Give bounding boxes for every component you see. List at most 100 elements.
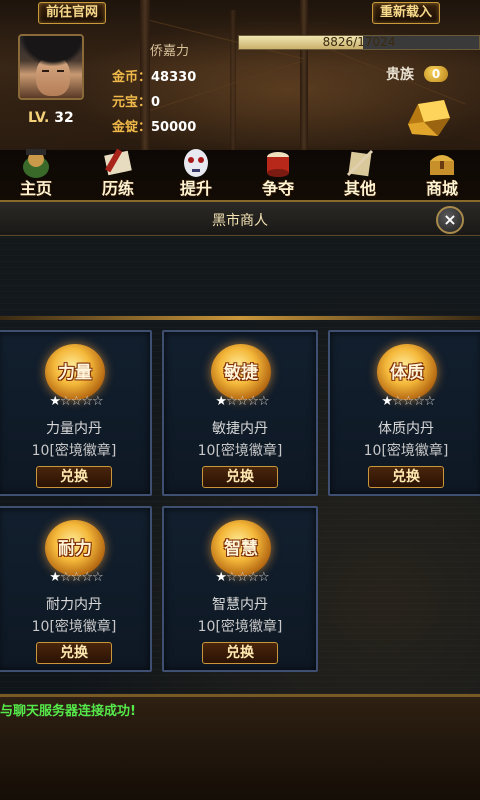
player-level: LV. 32	[28, 110, 74, 126]
avatar-eye	[57, 70, 64, 72]
ship-mast	[230, 10, 236, 150]
item-cost: 10[密境徽章]	[197, 619, 283, 635]
star-empty-icon: ☆	[257, 570, 270, 585]
nav-mall-label: 商城	[425, 179, 458, 198]
level-label: LV.	[28, 110, 50, 126]
nav-training-label: 历练	[101, 179, 134, 198]
star-empty-icon: ☆	[402, 394, 415, 409]
nav-home[interactable]: 主页	[4, 145, 68, 201]
star-empty-icon: ☆	[236, 570, 249, 585]
exp-text: 8826/17024	[322, 35, 396, 49]
gold-value: 48330	[151, 70, 197, 85]
ingot-label: 金锭：	[112, 120, 152, 135]
nav-mall[interactable]: 商城	[410, 145, 474, 201]
noble-status[interactable]: 贵族 0	[386, 64, 452, 84]
nav-contest[interactable]: 争夺	[246, 145, 310, 201]
star-empty-icon: ☆	[91, 394, 104, 409]
yuanbao-label: 元宝：	[112, 95, 152, 110]
nav-home-label: 主页	[19, 179, 52, 198]
official-site-button[interactable]: 前往官网	[38, 2, 107, 24]
panel-title: 黑市商人	[212, 213, 268, 229]
redeem-button[interactable]: 兑换	[36, 466, 112, 488]
star-rating: ★☆☆☆☆	[202, 570, 282, 585]
shop-item-card: 力量 ★☆☆☆☆ 力量内丹 10[密境徽章] 兑换	[0, 330, 152, 496]
orb-attribute-label: 智慧	[224, 539, 258, 559]
yuanbao-value: 0	[151, 95, 161, 110]
chat-area[interactable]: 与聊天服务器连接成功!	[0, 694, 480, 800]
star-empty-icon: ☆	[257, 394, 270, 409]
orb-attribute-label: 敏捷	[224, 363, 258, 383]
shop-item-card: 智慧 ★☆☆☆☆ 智慧内丹 10[密境徽章] 兑换	[162, 506, 318, 672]
close-icon: ×	[443, 210, 457, 229]
level-value: 32	[54, 110, 74, 126]
orb-attribute-label: 体质	[390, 363, 424, 383]
item-cost: 10[密境徽章]	[197, 443, 283, 459]
star-empty-icon: ☆	[392, 394, 404, 409]
avatar-eye	[42, 70, 49, 72]
star-empty-icon: ☆	[247, 394, 259, 409]
star-empty-icon: ☆	[226, 570, 238, 585]
player-header: 前往官网 重新载入 LV. 32 侨嘉力 8826/17024 金币：48330…	[0, 0, 480, 150]
shop-item-card: 体质 ★☆☆☆☆ 体质内丹 10[密境徽章] 兑换	[328, 330, 480, 496]
player-name: 侨嘉力	[150, 44, 190, 59]
ingot-value: 50000	[151, 120, 197, 135]
close-button[interactable]: ×	[436, 206, 464, 234]
nav-other[interactable]: 其他	[328, 145, 392, 201]
star-empty-icon: ☆	[413, 394, 425, 409]
inner-pill-orb-icon: 耐力	[45, 520, 105, 576]
gold-stat: 金币：48330	[112, 66, 196, 85]
noble-label: 贵族	[386, 67, 414, 83]
main-nav: 主页 历练 提升 争夺 其他 商城	[0, 145, 480, 201]
item-cost: 10[密境徽章]	[31, 619, 117, 635]
star-empty-icon: ☆	[226, 394, 238, 409]
nav-training[interactable]: 历练	[86, 145, 150, 201]
star-rating: ★☆☆☆☆	[202, 394, 282, 409]
panel-title-bar: 黑市商人 ×	[0, 200, 480, 236]
reload-button[interactable]: 重新载入	[372, 2, 441, 24]
star-rating: ★☆☆☆☆	[36, 570, 116, 585]
orb-attribute-label: 耐力	[58, 539, 92, 559]
star-rating: ★☆☆☆☆	[36, 394, 116, 409]
star-filled-icon: ★	[381, 394, 393, 409]
redeem-button[interactable]: 兑换	[202, 466, 278, 488]
exp-bar: 8826/17024	[238, 35, 480, 50]
item-name: 耐力内丹	[46, 597, 102, 613]
nav-other-label: 其他	[343, 179, 376, 198]
gold-ingot-icon[interactable]	[404, 96, 452, 138]
inner-pill-orb-icon: 智慧	[211, 520, 271, 576]
yuanbao-stat: 元宝：0	[112, 91, 160, 110]
orb-attribute-label: 力量	[58, 363, 92, 383]
inner-pill-orb-icon: 体质	[377, 344, 437, 400]
nav-contest-label: 争夺	[261, 179, 294, 198]
panel-divider	[0, 316, 480, 320]
star-filled-icon: ★	[49, 394, 61, 409]
ingot-stat: 金锭：50000	[112, 116, 196, 135]
chat-system-message: 与聊天服务器连接成功!	[0, 704, 136, 719]
star-empty-icon: ☆	[423, 394, 436, 409]
avatar[interactable]	[18, 34, 84, 100]
star-filled-icon: ★	[49, 570, 61, 585]
star-empty-icon: ☆	[81, 394, 93, 409]
item-cost: 10[密境徽章]	[363, 443, 449, 459]
redeem-button[interactable]: 兑换	[368, 466, 444, 488]
nav-upgrade[interactable]: 提升	[164, 145, 228, 201]
star-empty-icon: ☆	[70, 394, 83, 409]
ship-mast	[300, 0, 308, 150]
item-name: 体质内丹	[378, 421, 434, 437]
redeem-button[interactable]: 兑换	[36, 642, 112, 664]
nav-upgrade-label: 提升	[179, 179, 212, 198]
star-empty-icon: ☆	[60, 394, 72, 409]
redeem-button[interactable]: 兑换	[202, 642, 278, 664]
star-empty-icon: ☆	[91, 570, 104, 585]
noble-level-badge: 0	[424, 66, 448, 82]
item-name: 力量内丹	[46, 421, 102, 437]
gold-label: 金币：	[112, 70, 152, 85]
shop-item-card: 耐力 ★☆☆☆☆ 耐力内丹 10[密境徽章] 兑换	[0, 506, 152, 672]
star-empty-icon: ☆	[247, 570, 259, 585]
inner-pill-orb-icon: 敏捷	[211, 344, 271, 400]
item-name: 敏捷内丹	[212, 421, 268, 437]
star-empty-icon: ☆	[70, 570, 83, 585]
star-empty-icon: ☆	[81, 570, 93, 585]
black-market-panel: 力量 ★☆☆☆☆ 力量内丹 10[密境徽章] 兑换 敏捷 ★☆☆☆☆ 敏捷内丹 10[密境徽章]…	[0, 236, 480, 694]
item-name: 智慧内丹	[212, 597, 268, 613]
